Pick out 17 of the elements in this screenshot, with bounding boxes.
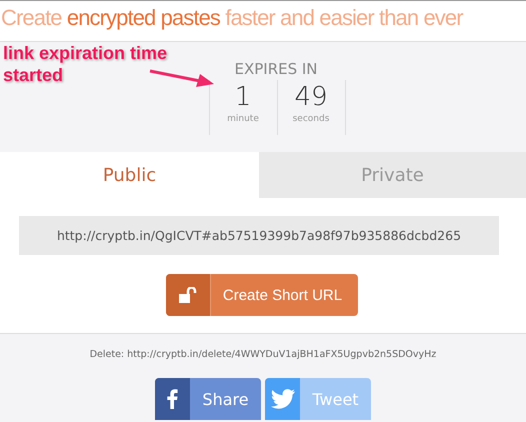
create-short-url-button[interactable]: Create Short URL <box>166 274 358 316</box>
facebook-icon <box>167 389 178 409</box>
share-button[interactable]: Tweet <box>265 378 371 420</box>
countdown-value: 49 <box>294 81 328 114</box>
bird-icon <box>270 389 294 409</box>
tab[interactable]: Private <box>259 152 526 198</box>
share-button[interactable]: Share <box>155 378 261 420</box>
countdown-unit: seconds <box>292 114 330 124</box>
annotation-arrow <box>148 68 216 90</box>
countdown-unit: minute <box>227 114 259 124</box>
url-field[interactable]: http://cryptb.in/QgICVT#ab57519399b7a98f97b935886dcbd265 <box>19 216 499 255</box>
countdown-value: 1 <box>234 81 252 114</box>
delete-link[interactable]: Delete: http://cryptb.in/delete/4WWYDuV1ajBH1aFX5Ugpvb2n5SDOvyHz <box>90 349 436 360</box>
expires-title: EXPIRES IN <box>233 60 318 78</box>
unlocked-padlock-icon <box>178 287 197 303</box>
annotation-text: link expiration time started <box>3 42 168 86</box>
headline: Create encrypted pastes faster and easier than ever <box>1 5 463 31</box>
